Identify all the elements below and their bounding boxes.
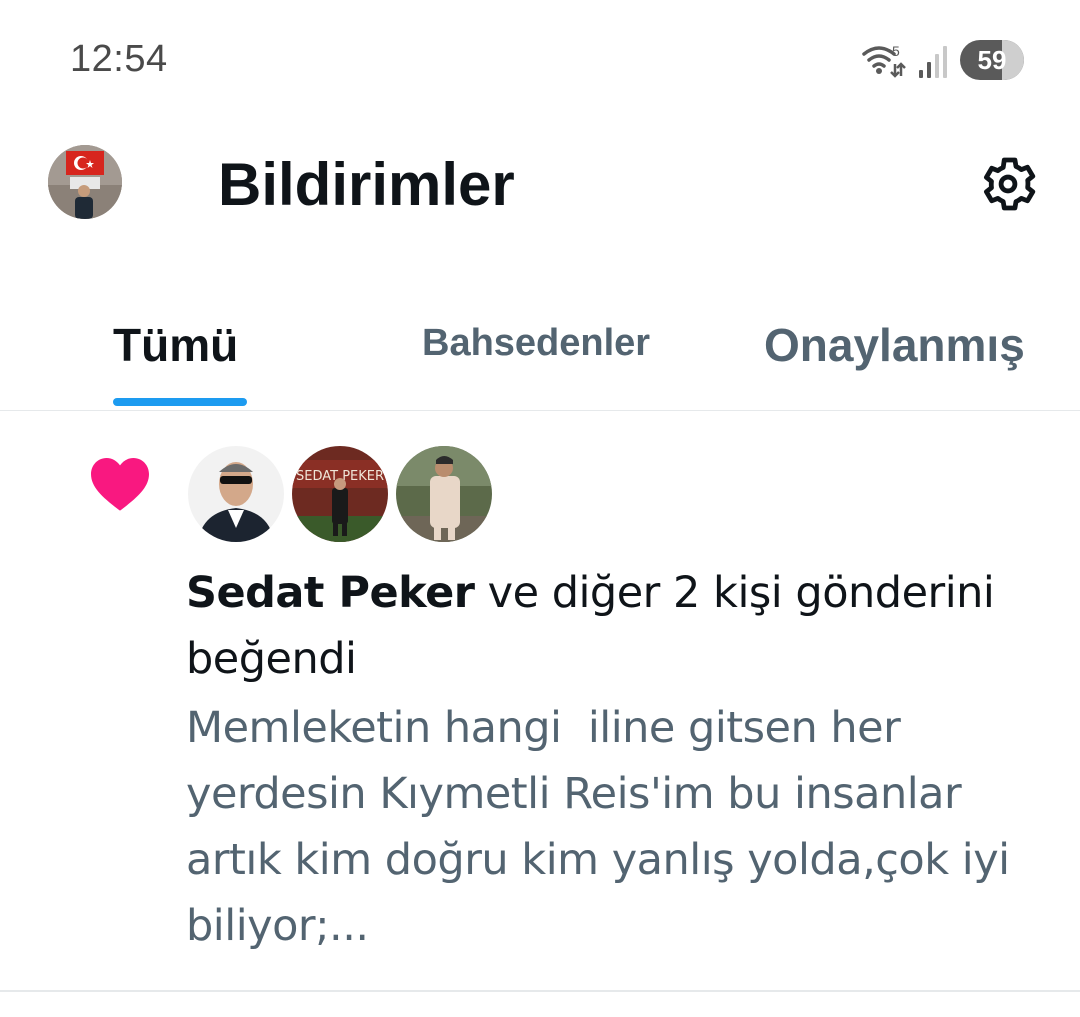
status-time: 12:54 <box>70 38 168 80</box>
avatar[interactable] <box>396 446 492 542</box>
signal-icon <box>919 46 947 78</box>
tab-mentions[interactable]: Bahsedenler <box>422 290 650 410</box>
active-tab-indicator <box>113 398 247 406</box>
profile-avatar[interactable] <box>48 145 122 219</box>
notification-item[interactable]: SEDAT PEKER Sedat Peker ve diğer 2 kişi … <box>0 410 1080 992</box>
battery-indicator: 59 <box>960 40 1024 80</box>
notification-tabs: Tümü Bahsedenler Onaylanmış <box>0 290 1080 411</box>
wifi-label: 5 <box>892 43 900 59</box>
post-preview[interactable]: Memleketin hangi iline gitsen her yerdes… <box>186 695 1046 959</box>
tab-label: Bahsedenler <box>422 322 651 364</box>
gear-icon <box>984 157 1036 211</box>
avatar[interactable] <box>188 446 284 542</box>
settings-button[interactable] <box>970 146 1046 222</box>
tab-verified[interactable]: Onaylanmış <box>764 290 1025 410</box>
notification-text: Sedat Peker ve diğer 2 kişi gönderini be… <box>186 560 1046 692</box>
page-title: Bildirimler <box>218 151 515 218</box>
wifi-icon: 5 <box>862 43 906 78</box>
heart-icon <box>91 457 149 511</box>
tab-label: Onaylanmış <box>764 319 1025 371</box>
status-bar: 12:54 5 59 <box>0 0 1080 120</box>
battery-level: 59 <box>977 44 1007 75</box>
tab-all[interactable]: Tümü <box>113 290 247 410</box>
header: Bildirimler <box>0 120 1080 260</box>
avatar[interactable]: SEDAT PEKER <box>292 446 388 542</box>
status-icons: 5 59 <box>862 38 1024 82</box>
tab-label: Tümü <box>113 319 239 371</box>
liker-name[interactable]: Sedat Peker <box>186 568 475 618</box>
